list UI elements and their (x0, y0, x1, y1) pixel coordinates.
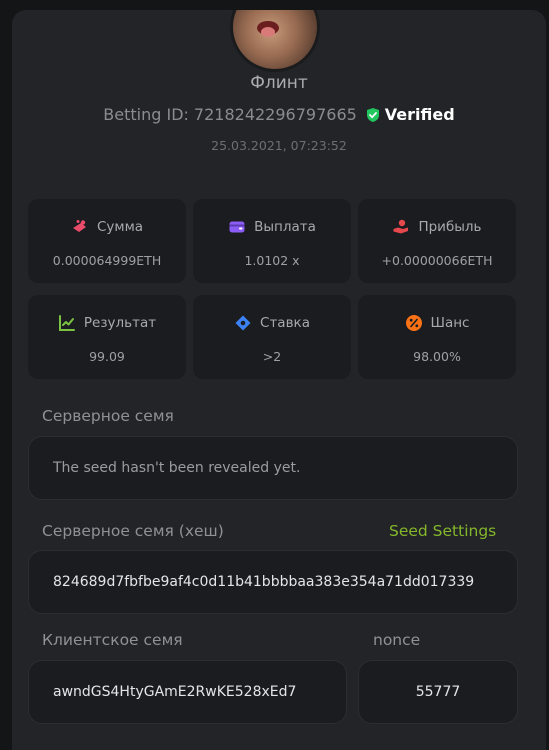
server-seed-value: The seed hasn't been revealed yet. (53, 460, 301, 476)
betting-id-label: Betting ID: (103, 105, 189, 124)
server-seed-field[interactable]: The seed hasn't been revealed yet. (28, 436, 518, 500)
stat-value: 0.000064999ETH (52, 253, 162, 268)
client-seed-field[interactable]: awndGS4HtyGAmE2RwKE528xEd7 (28, 660, 347, 724)
percent-icon (405, 315, 422, 331)
stat-card-amount: Сумма 0.000064999ETH (28, 199, 186, 283)
coins-icon (72, 220, 86, 232)
seed-settings-link[interactable]: Seed Settings (389, 522, 496, 540)
betting-id-row: Betting ID: 7218242296797665 Verified (12, 105, 546, 124)
server-seed-label: Серверное семя (42, 407, 174, 425)
shield-check-icon (366, 107, 379, 122)
server-seed-hash-label: Серверное семя (хеш) (42, 522, 224, 540)
bet-timestamp: 25.03.2021, 07:23:52 (211, 138, 347, 153)
stat-card-bet: Ставка >2 (193, 295, 351, 379)
stat-card-profit: Прибыль +0.00000066ETH (358, 199, 516, 283)
stat-value: 99.09 (89, 349, 125, 364)
username: Флинт (250, 73, 308, 93)
stat-label: Сумма (96, 219, 144, 235)
stat-card-result: Результат 99.09 (28, 295, 186, 379)
stat-value: 98.00% (413, 349, 461, 364)
stat-label: Шанс (430, 315, 470, 331)
nonce-label: nonce (373, 631, 421, 649)
stat-label: Прибыль (418, 219, 482, 235)
client-seed-value: awndGS4HtyGAmE2RwKE528xEd7 (53, 684, 297, 700)
verified-badge: Verified (365, 105, 455, 124)
server-seed-hash-value: 824689d7fbfbe9af4c0d11b41bbbbaa383e354a7… (53, 574, 475, 590)
stat-value: >2 (262, 349, 282, 364)
server-seed-hash-field[interactable]: 824689d7fbfbe9af4c0d11b41bbbbaa383e354a7… (28, 550, 518, 614)
stat-value: 1.0102 x (244, 253, 300, 268)
nonce-field[interactable]: 55777 (358, 660, 518, 724)
wallet-icon (229, 221, 245, 233)
betting-id-value: 7218242296797665 (193, 105, 357, 124)
chart-check-icon (58, 315, 75, 331)
stat-label: Выплата (254, 219, 316, 235)
avatar-tongue (261, 27, 275, 37)
stat-label: Ставка (260, 315, 310, 331)
avatar (230, 10, 320, 72)
bet-details-panel: Флинт Betting ID: 7218242296797665 Verif… (12, 10, 546, 750)
stat-card-chance: Шанс 98.00% (358, 295, 516, 379)
tag-icon (235, 315, 251, 331)
hand-profit-icon (393, 219, 409, 234)
stat-label: Результат (83, 315, 157, 331)
verified-label: Verified (384, 105, 455, 124)
nonce-value: 55777 (415, 684, 461, 700)
client-seed-label: Клиентское семя (42, 631, 183, 649)
stat-value: +0.00000066ETH (381, 253, 493, 268)
stat-card-payout: Выплата 1.0102 x (193, 199, 351, 283)
